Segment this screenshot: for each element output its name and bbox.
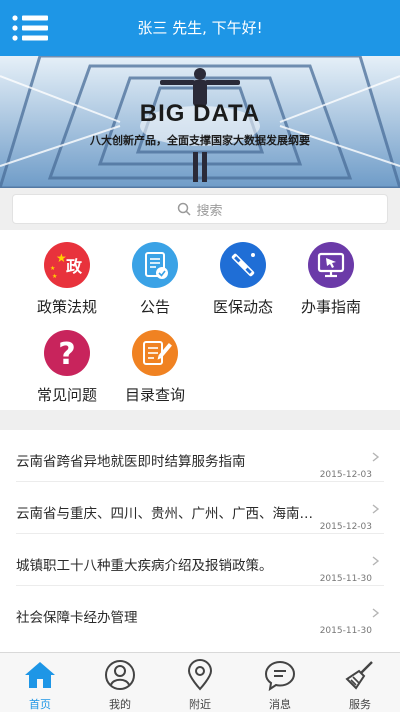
- banner-subtitle: 八大创新产品，全面支撑国家大数据发展纲要: [90, 134, 310, 147]
- tab-nearby[interactable]: 附近: [160, 653, 240, 712]
- list-item[interactable]: 社会保障卡经办管理 2015-11-30: [0, 586, 400, 638]
- search-icon: [178, 202, 192, 216]
- tab-messages[interactable]: 消息: [240, 653, 320, 712]
- news-date: 2015-12-03: [319, 522, 372, 532]
- news-list: 云南省跨省异地就医即时结算服务指南 2015-12-03 云南省与重庆、四川、贵…: [0, 430, 400, 652]
- banner[interactable]: BIG DATA 八大创新产品，全面支撑国家大数据发展纲要: [0, 56, 400, 188]
- grid-label-announcement: 公告: [139, 298, 170, 316]
- list-item[interactable]: 城镇职工十八种重大疾病介绍及报销政策。 2015-11-30: [0, 534, 400, 586]
- news-date: 2015-11-30: [319, 574, 372, 584]
- news-date: 2015-11-30: [319, 626, 372, 636]
- grid-label-guide: 办事指南: [300, 298, 361, 316]
- grid-item-catalog[interactable]: 目录查询: [110, 322, 200, 410]
- section-divider: [0, 410, 400, 430]
- tab-home[interactable]: 首页: [0, 653, 80, 712]
- svg-text:?: ?: [58, 337, 75, 372]
- bottom-tab-bar: 首页 我的 附近 消息 服务: [0, 652, 400, 712]
- grid-label-faq: 常见问题: [36, 386, 97, 404]
- question-icon: ?: [44, 330, 90, 376]
- greeting-title: 张三 先生, 下午好!: [137, 19, 263, 37]
- search-input[interactable]: 搜索: [12, 194, 388, 224]
- grid-item-announcement[interactable]: 公告: [110, 234, 200, 322]
- top-header: 张三 先生, 下午好!: [0, 0, 400, 56]
- user-icon: [105, 660, 135, 690]
- grid-item-guide[interactable]: 办事指南: [286, 234, 376, 322]
- search-bar-container: 搜索: [0, 188, 400, 230]
- news-title: 云南省跨省异地就医即时结算服务指南: [16, 454, 246, 470]
- list-item[interactable]: 云南省与重庆、四川、贵州、广州、广西、海南… 2015-12-03: [0, 482, 400, 534]
- grid-label-catalog: 目录查询: [124, 386, 185, 404]
- news-title: 云南省与重庆、四川、贵州、广州、广西、海南…: [16, 506, 313, 522]
- banner-title: BIG DATA: [139, 100, 261, 127]
- grid-label-medical: 医保动态: [212, 298, 273, 316]
- announcement-icon: [132, 242, 178, 288]
- grid-label-policy: 政策法规: [36, 298, 97, 316]
- chevron-right-icon: [372, 504, 380, 514]
- grid-item-medical[interactable]: 医保动态: [198, 234, 288, 322]
- chevron-right-icon: [372, 608, 380, 618]
- location-pin-icon: [187, 659, 213, 691]
- svg-text:★: ★: [52, 273, 57, 280]
- policy-flag-icon: ★ ★ ★ 政: [44, 242, 90, 288]
- catalog-edit-icon: [132, 330, 178, 376]
- grid-item-faq[interactable]: ? 常见问题: [22, 322, 112, 410]
- news-title: 城镇职工十八种重大疾病介绍及报销政策。: [16, 558, 273, 574]
- list-item[interactable]: 云南省跨省异地就医即时结算服务指南 2015-12-03: [0, 430, 400, 482]
- chevron-right-icon: [372, 452, 380, 462]
- tab-label-home: 首页: [29, 698, 51, 711]
- svg-text:政: 政: [66, 257, 83, 276]
- home-icon: [25, 662, 55, 688]
- medical-tools-icon: [220, 242, 266, 288]
- broom-icon: [345, 661, 373, 690]
- app-screen: 张三 先生, 下午好! BIG DATA 八大创新产品，全面支撑国家大数据发展纲…: [0, 0, 400, 712]
- search-placeholder: 搜索: [196, 203, 223, 219]
- tab-services[interactable]: 服务: [320, 653, 400, 712]
- tab-label-services: 服务: [349, 698, 371, 711]
- tab-mine[interactable]: 我的: [80, 653, 160, 712]
- news-title: 社会保障卡经办管理: [16, 610, 138, 626]
- function-grid: ★ ★ ★ 政 政策法规 公告 医保动态 办事指南 ? 常见问题 目录查询: [0, 230, 400, 410]
- news-date: 2015-12-03: [319, 470, 372, 480]
- tab-label-messages: 消息: [269, 698, 291, 711]
- chevron-right-icon: [372, 556, 380, 566]
- svg-text:★: ★: [50, 265, 55, 272]
- tab-label-nearby: 附近: [189, 698, 211, 711]
- message-icon: [264, 660, 296, 691]
- grid-item-policy[interactable]: ★ ★ ★ 政 政策法规: [22, 234, 112, 322]
- tab-label-mine: 我的: [109, 698, 131, 711]
- guide-monitor-icon: [308, 242, 354, 288]
